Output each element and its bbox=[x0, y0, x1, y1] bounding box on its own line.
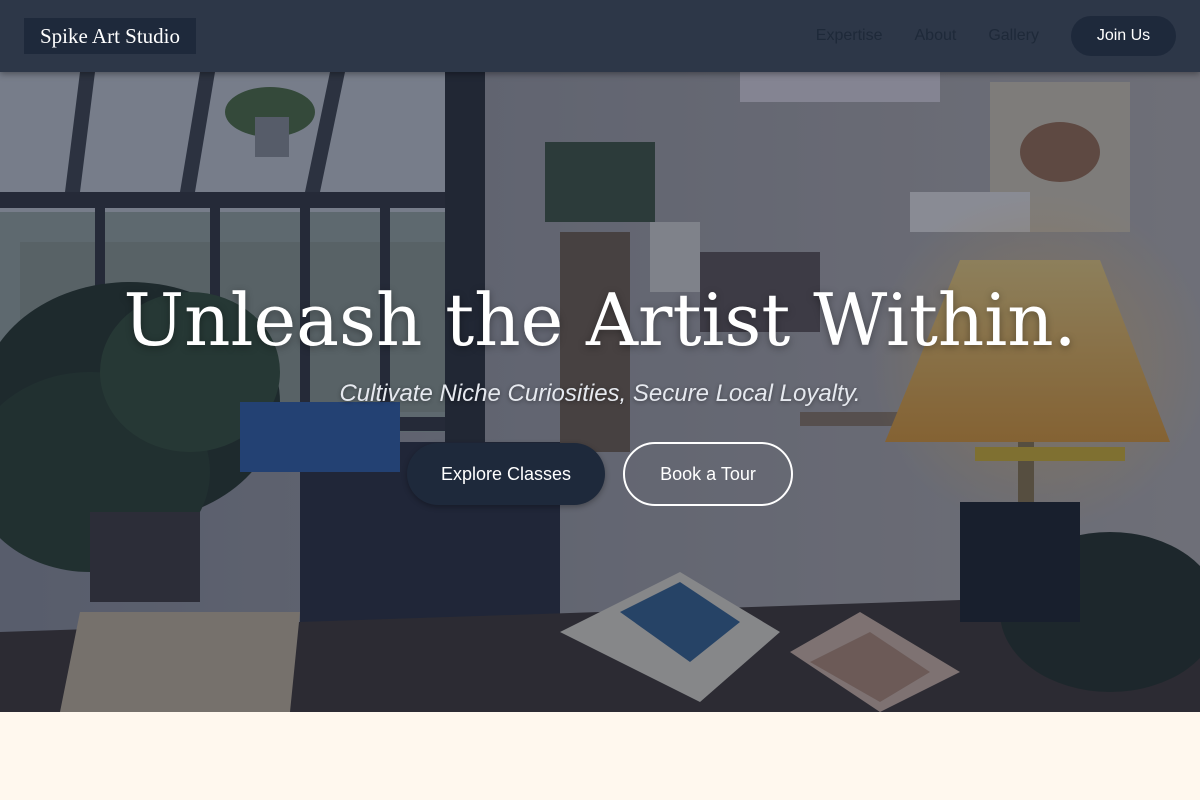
hero-subtitle: Cultivate Niche Curiosities, Secure Loca… bbox=[339, 380, 861, 407]
hero-title: Unleash the Artist Within. bbox=[123, 278, 1077, 362]
content-section bbox=[0, 712, 1200, 800]
hero-content: Unleash the Artist Within. Cultivate Nic… bbox=[0, 72, 1200, 712]
navbar: Spike Art Studio Expertise About Gallery… bbox=[0, 0, 1200, 72]
nav-link-gallery[interactable]: Gallery bbox=[988, 27, 1039, 45]
nav-link-about[interactable]: About bbox=[915, 27, 957, 45]
book-tour-button[interactable]: Book a Tour bbox=[623, 442, 793, 506]
explore-classes-button[interactable]: Explore Classes bbox=[407, 443, 605, 505]
join-us-button[interactable]: Join Us bbox=[1071, 16, 1176, 56]
hero-section: Unleash the Artist Within. Cultivate Nic… bbox=[0, 72, 1200, 712]
nav-menu: Expertise About Gallery Join Us bbox=[816, 16, 1176, 56]
site-logo[interactable]: Spike Art Studio bbox=[24, 18, 197, 54]
hero-buttons: Explore Classes Book a Tour bbox=[407, 442, 793, 506]
nav-link-expertise[interactable]: Expertise bbox=[816, 27, 883, 45]
